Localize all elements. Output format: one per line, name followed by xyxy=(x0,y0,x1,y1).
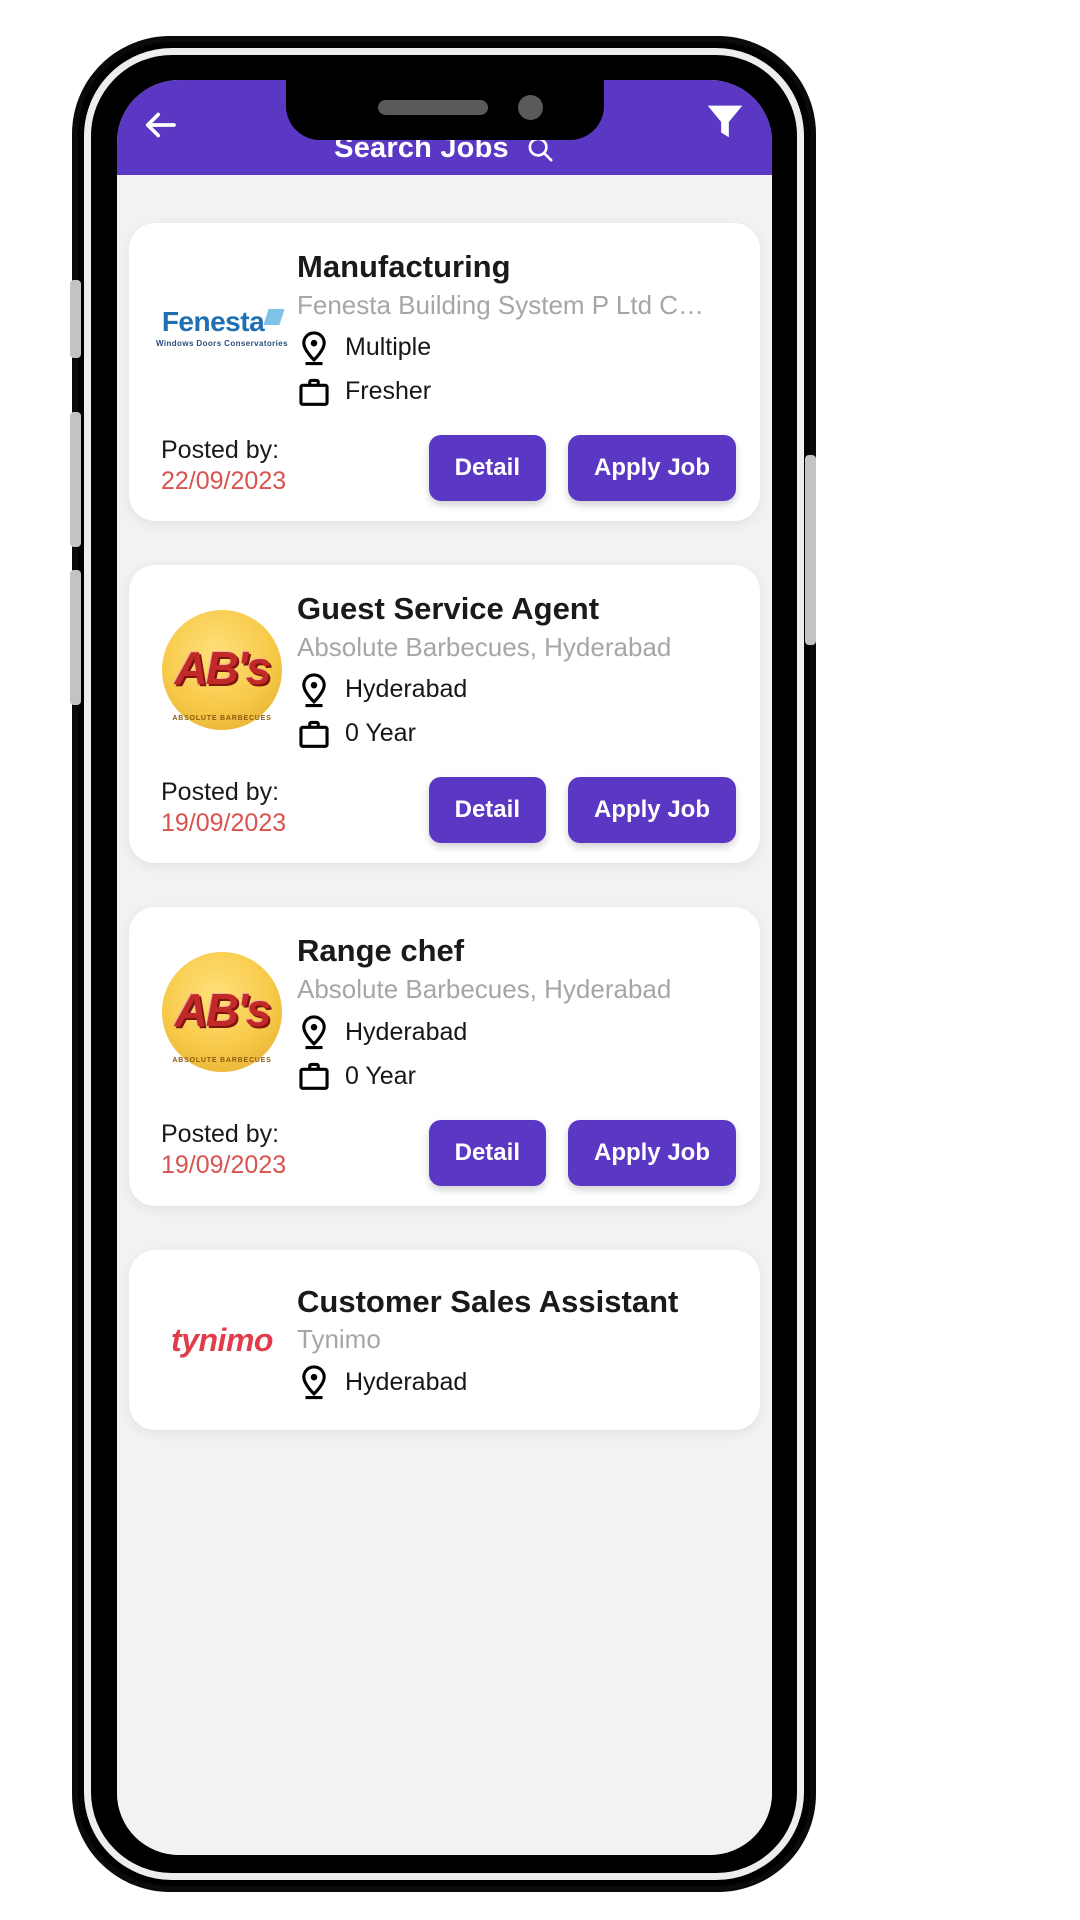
company-name: Tynimo xyxy=(297,1324,381,1355)
posted-date: 19/09/2023 xyxy=(161,1151,287,1180)
job-location: Hyderabad xyxy=(345,1017,468,1046)
job-card[interactable]: AB's ABSOLUTE BARBECUES Guest Service Ag… xyxy=(129,565,760,864)
phone-screen: Search Jobs Fenesta Windows Doors Conser… xyxy=(117,80,772,1855)
job-actions: Detail Apply Job xyxy=(428,435,736,502)
posted-date: 22/09/2023 xyxy=(161,466,287,495)
job-experience-row: Fresher xyxy=(297,373,736,411)
posted-info: Posted by: 22/09/2023 xyxy=(153,435,286,502)
posted-by-label: Posted by: xyxy=(161,435,280,464)
company-logo: tynimo xyxy=(153,1272,291,1410)
abs-logo-tagline: ABSOLUTE BARBECUES xyxy=(172,1057,272,1065)
job-info: Guest Service Agent Absolute Barbecues, … xyxy=(297,587,736,753)
job-actions: Detail Apply Job xyxy=(428,777,736,844)
job-experience-row: 0 Year xyxy=(297,715,736,753)
job-location: Hyderabad xyxy=(345,675,468,704)
company-name: Fenesta Building System P Ltd C… xyxy=(297,289,705,320)
abs-logo-tagline: ABSOLUTE BARBECUES xyxy=(172,715,272,722)
fenesta-swoosh-icon xyxy=(263,308,285,325)
fenesta-logo-icon: Fenesta Windows Doors Conservatories xyxy=(155,305,289,348)
job-title: Manufacturing xyxy=(297,249,511,284)
job-experience: Fresher xyxy=(345,377,432,406)
job-location: Multiple xyxy=(345,333,432,362)
job-card-bottom: Posted by: 19/09/2023 Detail Apply Job xyxy=(153,777,736,844)
phone-mute-switch[interactable] xyxy=(70,280,81,358)
posted-by-label: Posted by: xyxy=(161,777,280,806)
briefcase-icon xyxy=(299,1062,329,1090)
job-experience: 0 Year xyxy=(345,719,416,748)
posted-info: Posted by: 19/09/2023 xyxy=(153,777,286,844)
posted-date: 19/09/2023 xyxy=(161,809,287,838)
fenesta-logo-word: Fenesta xyxy=(161,305,265,337)
job-title: Guest Service Agent xyxy=(297,591,600,627)
posted-info: Posted by: 19/09/2023 xyxy=(153,1119,286,1186)
job-card[interactable]: tynimo Customer Sales Assistant Tynimo H… xyxy=(129,1249,760,1430)
company-name: Absolute Barbecues, Hyderabad xyxy=(297,631,672,662)
job-title: Customer Sales Assistant xyxy=(297,1283,679,1319)
job-info: Manufacturing Fenesta Building System P … xyxy=(297,245,736,411)
abs-logo-word: AB's xyxy=(174,642,272,694)
location-pin-icon xyxy=(302,331,326,365)
job-card[interactable]: AB's ABSOLUTE BARBECUES Range chef Absol… xyxy=(129,907,760,1206)
location-pin-icon xyxy=(302,1015,326,1050)
detail-button[interactable]: Detail xyxy=(428,1119,546,1186)
job-experience-row: 0 Year xyxy=(297,1057,736,1095)
job-list[interactable]: Fenesta Windows Doors Conservatories Man… xyxy=(117,175,772,1855)
location-pin-icon xyxy=(302,673,326,707)
absolute-barbecues-logo-icon: AB's ABSOLUTE BARBECUES xyxy=(162,610,282,730)
job-card-top: tynimo Customer Sales Assistant Tynimo H… xyxy=(153,1272,736,1410)
phone-power-button[interactable] xyxy=(805,455,816,645)
abs-logo-word: AB's xyxy=(174,984,272,1037)
briefcase-icon xyxy=(299,378,329,406)
detail-button[interactable]: Detail xyxy=(428,435,546,502)
job-card-top: AB's ABSOLUTE BARBECUES Range chef Absol… xyxy=(153,929,736,1095)
job-card[interactable]: Fenesta Windows Doors Conservatories Man… xyxy=(129,223,760,522)
earpiece-speaker xyxy=(377,100,488,115)
job-card-bottom: Posted by: 22/09/2023 Detail Apply Job xyxy=(153,435,736,502)
job-location-row: Hyderabad xyxy=(297,671,736,709)
job-location: Hyderabad xyxy=(345,1367,468,1396)
company-logo: AB's ABSOLUTE BARBECUES xyxy=(153,943,291,1081)
detail-button[interactable]: Detail xyxy=(428,777,546,844)
location-pin-icon xyxy=(302,1365,326,1400)
job-location-row: Multiple xyxy=(297,329,736,367)
screenshot-root: Search Jobs Fenesta Windows Doors Conser… xyxy=(0,0,1080,1920)
app-bar: Search Jobs xyxy=(117,80,772,175)
front-camera xyxy=(517,95,543,120)
job-info: Range chef Absolute Barbecues, Hyderabad… xyxy=(297,929,736,1095)
job-card-top: Fenesta Windows Doors Conservatories Man… xyxy=(153,245,736,411)
briefcase-icon xyxy=(299,720,329,748)
tynimo-logo-icon: tynimo xyxy=(171,1322,273,1359)
apply-job-button[interactable]: Apply Job xyxy=(567,1119,736,1186)
fenesta-logo-tagline: Windows Doors Conservatories xyxy=(155,338,289,348)
phone-volume-down-button[interactable] xyxy=(70,570,81,705)
company-name: Absolute Barbecues, Hyderabad xyxy=(297,973,672,1004)
company-logo: Fenesta Windows Doors Conservatories xyxy=(153,259,291,397)
phone-volume-up-button[interactable] xyxy=(70,412,81,547)
company-logo: AB's ABSOLUTE BARBECUES xyxy=(153,601,291,739)
job-location-row: Hyderabad xyxy=(297,1013,736,1051)
posted-by-label: Posted by: xyxy=(161,1120,280,1149)
job-experience: 0 Year xyxy=(345,1061,416,1090)
apply-job-button[interactable]: Apply Job xyxy=(567,777,736,844)
phone-notch xyxy=(285,80,604,140)
job-info: Customer Sales Assistant Tynimo Hyderaba… xyxy=(297,1280,736,1402)
apply-job-button[interactable]: Apply Job xyxy=(567,435,736,502)
job-card-bottom: Posted by: 19/09/2023 Detail Apply Job xyxy=(153,1119,736,1186)
absolute-barbecues-logo-icon: AB's ABSOLUTE BARBECUES xyxy=(162,952,282,1073)
job-location-row: Hyderabad xyxy=(297,1363,736,1401)
job-actions: Detail Apply Job xyxy=(428,1119,736,1186)
job-title: Range chef xyxy=(297,933,465,969)
job-card-top: AB's ABSOLUTE BARBECUES Guest Service Ag… xyxy=(153,587,736,753)
